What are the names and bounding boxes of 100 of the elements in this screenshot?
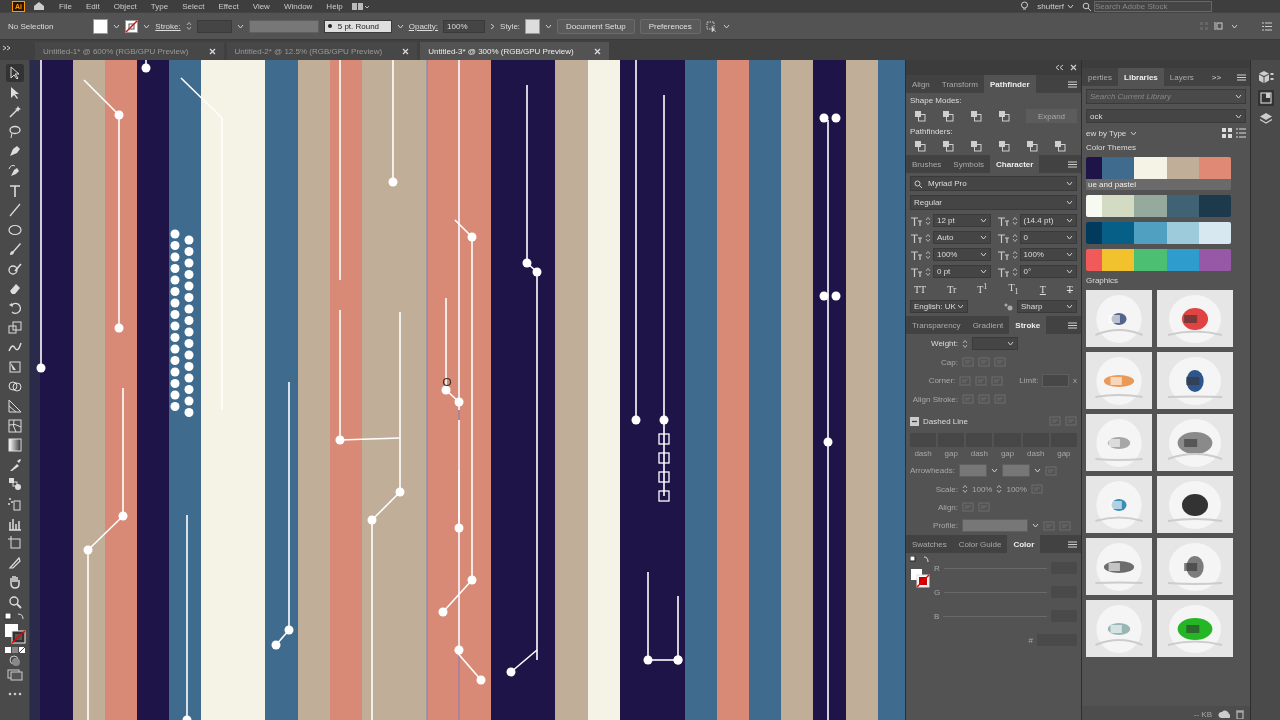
caret-icon[interactable] [1130, 130, 1138, 136]
type-style-button[interactable]: T$^{1}$ [977, 282, 988, 296]
panel-tab[interactable]: perties [1082, 68, 1118, 86]
free-transform-icon[interactable] [6, 358, 23, 375]
menu-item[interactable]: Select [182, 1, 205, 11]
start-arrowhead-dropdown[interactable] [958, 464, 987, 477]
spinner-icon[interactable] [1011, 232, 1018, 243]
caret-icon[interactable] [1007, 341, 1014, 346]
list-icon[interactable] [1262, 21, 1272, 31]
caret-icon[interactable] [1066, 181, 1073, 186]
library-dropdown[interactable]: ock [1086, 109, 1246, 123]
panel-menu-icon[interactable] [1068, 160, 1077, 168]
spinner-icon[interactable] [185, 21, 192, 31]
menu-item[interactable]: Window [283, 1, 313, 11]
caret-icon[interactable] [957, 304, 964, 309]
stroke-weight-field[interactable] [196, 19, 232, 33]
caret-icon[interactable] [990, 468, 998, 473]
panel-tab[interactable]: Layers [1163, 68, 1200, 86]
lasso-icon[interactable] [6, 123, 23, 140]
spinner-icon[interactable] [962, 338, 968, 349]
distribute-icon[interactable] [1214, 21, 1226, 31]
screen-mode-icon[interactable] [6, 669, 23, 681]
panel-tab[interactable]: Pathfinder [983, 75, 1036, 93]
font-style-dropdown[interactable]: Regular [910, 195, 1077, 210]
panel-tab[interactable]: Character [990, 155, 1040, 173]
perspective-grid-icon[interactable] [6, 398, 23, 415]
workspace-layout-icon[interactable] [350, 1, 369, 11]
close-icon[interactable] [593, 47, 601, 55]
caret-icon[interactable] [1235, 113, 1242, 119]
view-by-dropdown[interactable]: ew by Type [1086, 128, 1127, 138]
limit-field[interactable] [1042, 374, 1069, 387]
panel-menu-icon[interactable] [1237, 73, 1246, 81]
menu-item[interactable]: Effect [218, 1, 239, 11]
fill-stroke-swap-icon[interactable] [3, 612, 26, 621]
menu-item[interactable]: View [252, 1, 270, 11]
horizontal-scale-field[interactable]: 100% [1019, 248, 1077, 261]
gradient-icon[interactable] [6, 437, 23, 454]
panel-tab[interactable]: Brushes [906, 155, 948, 173]
caret-icon[interactable] [979, 269, 987, 274]
anti-aliasing-dropdown[interactable]: Sharp [1017, 300, 1077, 313]
panel-tab[interactable]: Align [906, 75, 936, 93]
list-view-icon[interactable] [1236, 128, 1246, 138]
properties-icon[interactable] [1257, 70, 1274, 84]
caret-icon[interactable] [1066, 200, 1073, 205]
type-style-button[interactable]: T [1066, 283, 1073, 295]
delete-icon[interactable] [1236, 709, 1244, 719]
panel-menu-icon[interactable] [1068, 80, 1077, 88]
caret-icon[interactable] [236, 23, 244, 29]
caret-icon[interactable] [722, 23, 730, 29]
type-style-button[interactable]: T [1039, 283, 1046, 295]
caret-icon[interactable] [1032, 523, 1039, 528]
rotation-field[interactable]: 0° [1019, 265, 1077, 278]
spinner-icon[interactable] [1011, 266, 1018, 277]
stroke-none-swatch-icon[interactable] [125, 19, 139, 33]
draw-mode-icon[interactable] [8, 655, 21, 668]
caret-icon[interactable] [1235, 94, 1242, 99]
close-icon[interactable] [402, 47, 410, 55]
home-icon[interactable] [33, 1, 45, 11]
cloud-icon[interactable] [1218, 710, 1230, 718]
close-icon[interactable] [208, 47, 216, 55]
menu-item[interactable]: Edit [85, 1, 100, 11]
caret-icon[interactable] [979, 252, 987, 257]
caret-icon[interactable] [1066, 252, 1073, 257]
type-style-button[interactable]: Tr [947, 283, 957, 295]
color-theme-card[interactable] [1086, 222, 1231, 244]
lightbulb-icon[interactable] [1020, 1, 1030, 11]
vertical-scale-field[interactable]: 100% [933, 248, 991, 261]
panel-menu-icon[interactable] [1068, 540, 1077, 548]
spinner-icon[interactable] [925, 232, 931, 243]
mesh-icon[interactable] [6, 417, 23, 434]
color-theme-card[interactable] [1086, 249, 1231, 271]
spinner-icon[interactable] [962, 484, 968, 494]
panel-tab[interactable]: Color Guide [952, 535, 1008, 553]
caret-icon[interactable] [143, 23, 151, 29]
caret-icon[interactable] [1231, 23, 1238, 29]
type-style-button[interactable]: T$_{1}$ [1008, 282, 1019, 296]
collapse-panels-icon[interactable] [1055, 64, 1064, 71]
default-colors-icon[interactable] [910, 556, 930, 564]
control-button[interactable]: Document Setup [557, 18, 635, 34]
menu-item[interactable]: Object [113, 1, 137, 11]
workspace-switcher[interactable]: shutterf [1037, 1, 1074, 11]
type-style-button[interactable]: TT [914, 283, 927, 295]
baseline-shift-field[interactable]: 0 pt [933, 265, 991, 278]
color-theme-card[interactable]: ue and pastel [1086, 157, 1231, 190]
caret-icon[interactable] [1066, 218, 1073, 223]
font-size-field[interactable]: 12 pt [933, 214, 991, 227]
menu-item[interactable]: File [59, 1, 72, 11]
panel-tab[interactable]: Transparency [906, 316, 967, 334]
spinner-icon[interactable] [996, 484, 1003, 494]
caret-icon[interactable] [113, 23, 121, 29]
color-mode-icon[interactable] [3, 645, 26, 654]
kerning-field[interactable]: Auto [933, 231, 991, 244]
control-button[interactable]: Preferences [639, 18, 701, 34]
caret-icon[interactable] [396, 23, 404, 29]
panel-tab[interactable]: Libraries [1118, 68, 1164, 86]
caret-icon[interactable] [1066, 235, 1073, 240]
leading-field[interactable]: (14.4 pt) [1019, 214, 1077, 227]
scale-icon[interactable] [6, 319, 23, 336]
more-tools-icon[interactable] [7, 692, 22, 697]
panel-tab[interactable]: Gradient [966, 316, 1010, 334]
